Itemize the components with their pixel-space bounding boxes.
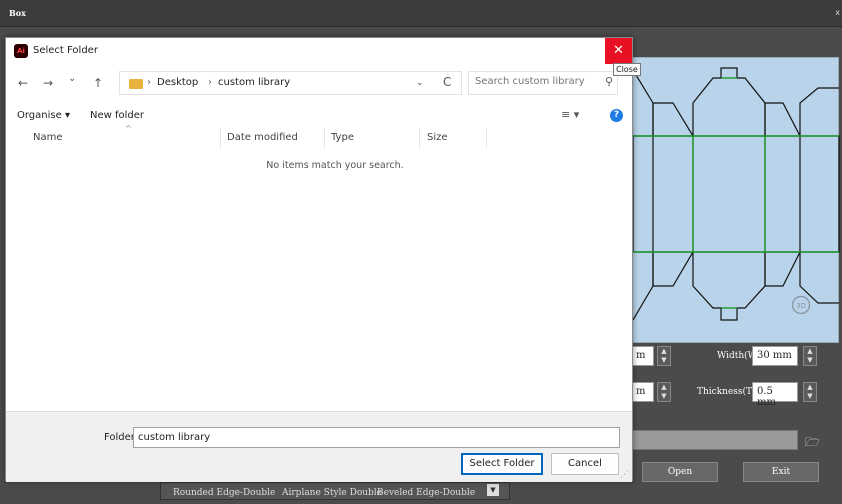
recent-locations-chevron-icon[interactable]: ⌄: [68, 73, 76, 84]
cancel-button[interactable]: Cancel: [551, 453, 619, 475]
organise-menu[interactable]: Organise ▾: [17, 110, 70, 121]
view-options-icon[interactable]: ≡ ▾: [561, 108, 579, 121]
close-tooltip: Close: [613, 63, 641, 76]
back-arrow-icon[interactable]: ←: [18, 76, 28, 90]
width-spinner[interactable]: ▲ ▼: [803, 346, 817, 366]
new-folder-button[interactable]: New folder: [90, 110, 144, 121]
column-date-modified[interactable]: Date modified: [227, 132, 298, 143]
breadcrumb-separator: ›: [147, 77, 151, 88]
output-path-field[interactable]: [632, 430, 798, 450]
breadcrumb-separator: ›: [208, 77, 212, 88]
up-arrow-icon[interactable]: ↑: [93, 76, 103, 90]
app-close-button[interactable]: x: [835, 8, 840, 17]
empty-list-message: No items match your search.: [266, 160, 404, 171]
thickness-spinner[interactable]: ▲ ▼: [803, 382, 817, 402]
search-icon[interactable]: ⚲: [605, 75, 613, 88]
column-divider[interactable]: [324, 128, 325, 148]
3d-label: 3D: [796, 302, 806, 310]
illustrator-app-icon: Ai: [14, 44, 28, 58]
search-box[interactable]: ⚲: [468, 71, 618, 95]
folder-icon: [129, 79, 143, 89]
thickness-input[interactable]: 0.5 mm: [752, 382, 798, 408]
chevron-down-icon[interactable]: ⌄: [416, 78, 424, 88]
close-button[interactable]: ✕: [605, 38, 632, 64]
breadcrumb-custom-library[interactable]: custom library: [218, 77, 290, 88]
resize-grip-icon[interactable]: ⋰: [620, 470, 629, 480]
folder-name-input[interactable]: [133, 427, 620, 448]
app-titlebar: Box x: [0, 0, 842, 27]
search-input[interactable]: [475, 76, 601, 87]
open-folder-icon[interactable]: 🗁: [805, 433, 820, 454]
forward-arrow-icon[interactable]: →: [43, 76, 53, 90]
style-item[interactable]: Beveled Edge-Double: [377, 488, 475, 498]
address-bar[interactable]: › Desktop › custom library ⌄ C: [119, 71, 462, 95]
param-depth-field[interactable]: m: [632, 382, 654, 402]
dialog-toolbar: Organise ▾ New folder ≡ ▾ ?: [6, 106, 632, 126]
style-item[interactable]: Airplane Style Double: [282, 488, 382, 498]
breadcrumb-desktop[interactable]: Desktop: [157, 77, 198, 88]
select-folder-dialog: Ai Select Folder ✕ ← → ⌄ ↑ › Desktop › c…: [5, 37, 633, 482]
column-divider[interactable]: [486, 128, 487, 148]
param-depth-spinner[interactable]: ▲ ▼: [657, 382, 671, 402]
3d-view-icon[interactable]: 3D: [791, 295, 811, 315]
column-divider[interactable]: [419, 128, 420, 148]
refresh-icon[interactable]: C: [443, 75, 451, 89]
dialog-title: Select Folder: [33, 45, 98, 56]
column-type[interactable]: Type: [331, 132, 354, 143]
column-size[interactable]: Size: [427, 132, 448, 143]
column-divider[interactable]: [220, 128, 221, 148]
select-folder-button[interactable]: Select Folder: [461, 453, 543, 475]
style-scroll-button[interactable]: ▼: [487, 484, 499, 496]
column-name[interactable]: Name: [33, 132, 63, 143]
help-icon[interactable]: ?: [610, 109, 623, 122]
navigation-bar: ← → ⌄ ↑ › Desktop › custom library ⌄ C ⚲: [6, 68, 632, 98]
width-input[interactable]: 30 mm: [752, 346, 798, 366]
dialog-footer: Folder: Select Folder Cancel ⋰: [6, 411, 632, 482]
style-item[interactable]: Rounded Edge-Double: [173, 488, 275, 498]
dialog-titlebar: Ai Select Folder ✕: [6, 38, 632, 64]
param-length-spinner[interactable]: ▲ ▼: [657, 346, 671, 366]
open-button[interactable]: Open: [642, 462, 718, 482]
column-headers: Name ^ Date modified Type Size: [6, 124, 632, 148]
param-length-field[interactable]: m: [632, 346, 654, 366]
sort-ascending-icon: ^: [125, 124, 132, 133]
app-title: Box: [9, 8, 26, 18]
exit-button[interactable]: Exit: [743, 462, 819, 482]
